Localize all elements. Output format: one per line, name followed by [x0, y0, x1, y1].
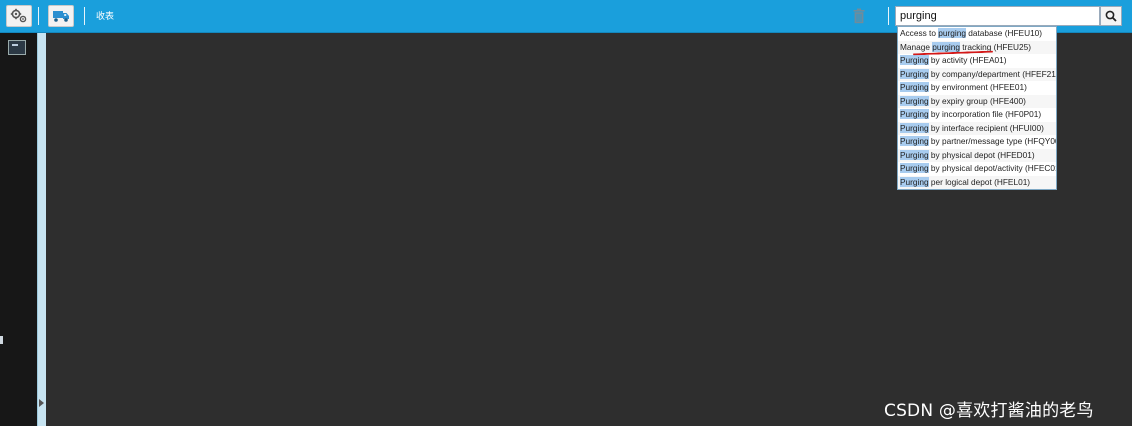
search-suggestion-item[interactable]: Purging by activity (HFEA01) — [898, 54, 1056, 68]
suggestion-text-after: by expiry group (HFE400) — [928, 95, 1026, 106]
settings-gears-icon — [10, 8, 27, 23]
suggestion-text-after: by physical depot/activity (HFEC01) — [928, 163, 1056, 173]
suggestion-text-after: by interface recipient (HFUI00) — [928, 122, 1044, 133]
toolbar-separator — [84, 7, 85, 25]
watermark: CSDN @喜欢打酱油的老鸟 — [884, 401, 1094, 421]
suggestion-match-highlight: Purging — [900, 55, 929, 65]
trash-icon[interactable] — [853, 8, 865, 24]
search-suggestion-item[interactable]: Purging by partner/message type (HFQY00) — [898, 135, 1056, 149]
search-button[interactable] — [1100, 6, 1122, 26]
panel-splitter[interactable] — [37, 33, 46, 426]
suggestion-text-after: by partner/message type (HFQY00) — [928, 136, 1056, 146]
suggestion-text-after: by company/department (HFEF21) — [928, 68, 1056, 79]
suggestion-match-highlight: purging — [932, 41, 960, 52]
suggestion-text-after: by activity (HFEA01) — [928, 55, 1007, 65]
search-suggestion-item[interactable]: Purging by physical depot (HFED01) — [898, 148, 1056, 162]
suggestion-text-after: tracking (HFEU25) — [959, 41, 1031, 52]
search-input[interactable] — [895, 6, 1100, 26]
search-suggestion-item[interactable]: Purging by environment (HFEE01) — [898, 81, 1056, 95]
suggestion-match-highlight: purging — [938, 28, 966, 38]
search-suggestion-item[interactable]: Purging by physical depot/activity (HFEC… — [898, 162, 1056, 176]
search-suggestion-item[interactable]: Access to purging database (HFEU10) — [898, 27, 1056, 41]
suggestion-match-highlight: Purging — [900, 149, 929, 160]
suggestion-text-after: by physical depot (HFED01) — [928, 149, 1035, 160]
toolbar-separator — [888, 7, 889, 25]
truck-button[interactable] — [48, 5, 74, 27]
suggestion-text-after: database (HFEU10) — [965, 28, 1043, 38]
toolbar-separator — [38, 7, 39, 25]
left-panel — [0, 33, 37, 426]
suggestion-match-highlight: Purging — [900, 176, 929, 187]
suggestion-match-highlight: Purging — [900, 95, 929, 106]
settings-button[interactable] — [6, 5, 32, 27]
search-suggestion-item[interactable]: Purging per logical depot (HFEL01) — [898, 175, 1056, 189]
suggestion-match-highlight: Purging — [900, 82, 929, 92]
favorites-label[interactable]: 收表 — [96, 9, 114, 22]
search-suggestion-item[interactable]: Purging by incorporation file (HF0P01) — [898, 108, 1056, 122]
suggestion-match-highlight: Purging — [900, 163, 929, 173]
suggestion-text-after: by incorporation file (HF0P01) — [928, 109, 1042, 119]
suggestion-match-highlight: Purging — [900, 136, 929, 146]
left-panel-marker — [0, 336, 3, 344]
search-suggestion-item[interactable]: Purging by company/department (HFEF21) — [898, 67, 1056, 81]
suggestion-text-after: per logical depot (HFEL01) — [928, 176, 1031, 187]
suggestion-match-highlight: Purging — [900, 109, 929, 119]
suggestion-match-highlight: Purging — [900, 122, 929, 133]
search-suggestion-item[interactable]: Purging by expiry group (HFE400) — [898, 94, 1056, 108]
monitor-icon[interactable] — [8, 40, 26, 55]
suggestion-text-after: by environment (HFEE01) — [928, 82, 1027, 92]
search-icon — [1105, 10, 1117, 22]
search-suggestion-item[interactable]: Purging by interface recipient (HFUI00) — [898, 121, 1056, 135]
truck-icon — [53, 11, 69, 22]
suggestion-text-before: Manage — [900, 41, 933, 52]
suggestion-match-highlight: Purging — [900, 68, 929, 79]
suggestion-text-before: Access to — [900, 28, 939, 38]
expand-arrow-icon[interactable] — [39, 399, 44, 407]
